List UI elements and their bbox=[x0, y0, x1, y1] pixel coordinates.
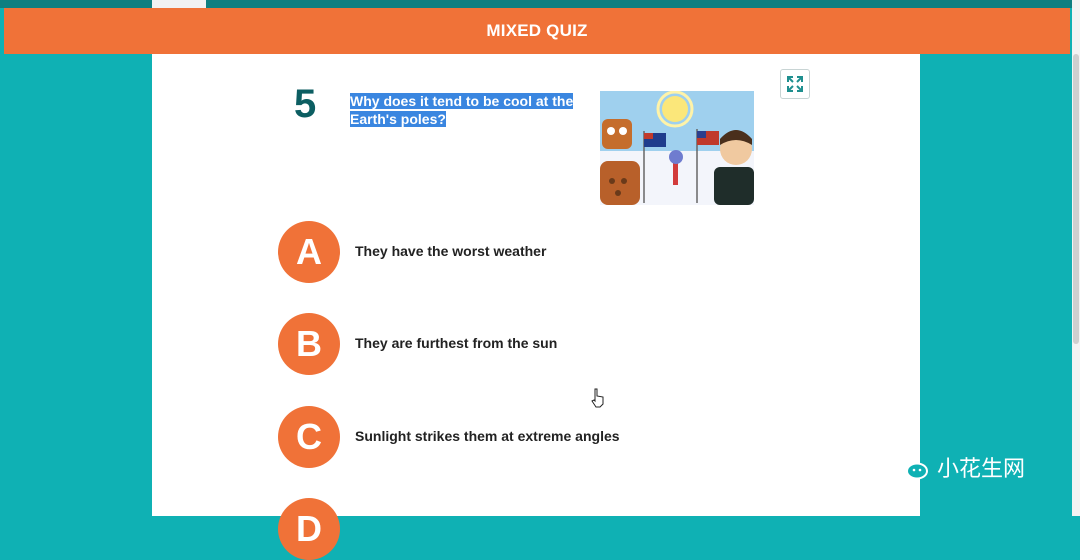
question-text[interactable]: Why does it tend to be cool at the Earth… bbox=[350, 92, 586, 128]
option-d-badge: D bbox=[278, 498, 340, 560]
option-b-badge: B bbox=[278, 313, 340, 375]
scrollbar-thumb[interactable] bbox=[1073, 54, 1079, 344]
hand-pointer-icon bbox=[591, 388, 605, 413]
option-b[interactable]: B They are furthest from the sun bbox=[278, 313, 698, 375]
option-c[interactable]: C Sunlight strikes them at extreme angle… bbox=[278, 406, 698, 468]
top-tab bbox=[152, 0, 206, 8]
watermark: 小花生网 bbox=[893, 451, 1025, 483]
question-text-selected: Why does it tend to be cool at the Earth… bbox=[350, 93, 574, 127]
scrollbar[interactable] bbox=[1072, 0, 1080, 516]
option-d[interactable]: D bbox=[278, 498, 698, 560]
option-a-badge: A bbox=[278, 221, 340, 283]
top-strip bbox=[0, 0, 1080, 8]
option-a[interactable]: A They have the worst weather bbox=[278, 221, 698, 283]
option-a-text: They have the worst weather bbox=[355, 243, 547, 259]
question-number: 5 bbox=[294, 82, 317, 126]
quiz-header: MIXED QUIZ bbox=[4, 8, 1070, 54]
question-illustration bbox=[600, 90, 754, 205]
quiz-title: MIXED QUIZ bbox=[486, 21, 588, 40]
wechat-icon bbox=[894, 454, 928, 480]
expand-button[interactable] bbox=[780, 69, 810, 99]
option-c-text: Sunlight strikes them at extreme angles bbox=[355, 428, 620, 444]
option-c-badge: C bbox=[278, 406, 340, 468]
watermark-text: 小花生网 bbox=[937, 457, 1026, 482]
option-b-text: They are furthest from the sun bbox=[355, 335, 558, 351]
expand-icon bbox=[787, 76, 803, 92]
